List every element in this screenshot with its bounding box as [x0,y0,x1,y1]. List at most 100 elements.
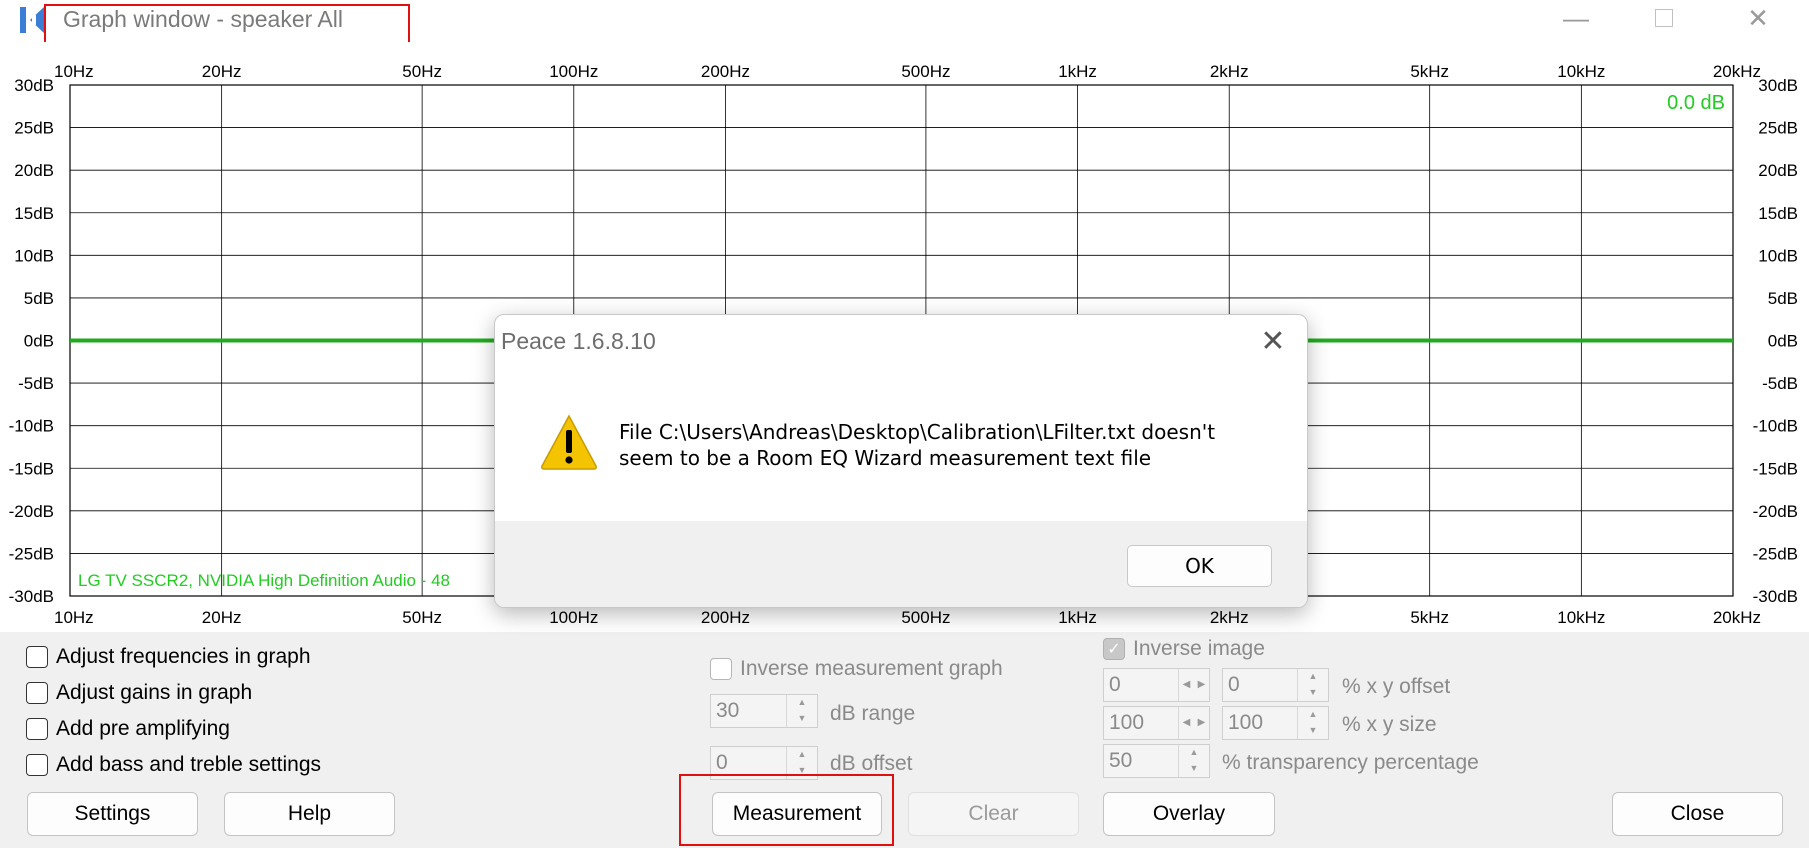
checkbox-label: Add pre amplifying [56,717,230,740]
checkbox-box[interactable]: ✓ [1103,638,1125,660]
dialog-message-line: seem to be a Room EQ Wizard measurement … [619,446,1152,470]
help-button[interactable]: Help [224,792,395,836]
overlay-button[interactable]: Overlay [1103,792,1275,836]
transparency-value[interactable]: 50 [1104,745,1178,777]
freq-tick-label-bottom: 200Hz [701,608,750,627]
add-pre-amplifying-checkbox[interactable]: Add pre amplifying [26,717,230,741]
gain-readout: 0.0 dB [1667,92,1725,114]
measurement-highlight-box [679,774,894,846]
checkbox-label: Inverse image [1133,637,1265,660]
spin-arrows[interactable]: ◀ ▶ [1178,707,1209,739]
freq-tick-label-bottom: 2kHz [1210,608,1249,627]
db-tick-label-right: -15dB [1753,459,1798,478]
checkmark-icon: ✓ [1107,641,1121,658]
freq-tick-label-bottom: 50Hz [402,608,442,627]
inverse-measurement-graph-checkbox[interactable]: Inverse measurement graph [710,657,1003,681]
checkbox-box[interactable] [26,682,48,704]
freq-tick-label-top: 20Hz [202,62,242,81]
title-bar: Graph window - speaker All — ✕ [0,0,1809,47]
x-offset-value[interactable]: 0 [1104,669,1178,701]
transparency-spinner[interactable]: 50 ▲ ▼ [1103,744,1210,778]
checkbox-box[interactable] [710,658,732,680]
x-size-spinner[interactable]: 100 ◀ ▶ [1103,706,1210,740]
db-range-value[interactable]: 30 [711,695,786,727]
db-tick-label-right: -10dB [1753,417,1798,436]
db-offset-label: dB offset [830,752,913,775]
db-tick-label-left: -10dB [9,417,54,436]
minimize-button[interactable]: — [1532,0,1620,36]
arrow-down-icon[interactable]: ▼ [787,711,817,727]
x-size-value[interactable]: 100 [1104,707,1178,739]
device-label: LG TV SSCR2, NVIDIA High Definition Audi… [78,571,450,590]
arrow-down-icon[interactable]: ▼ [1298,685,1328,701]
db-tick-label-left: 5dB [24,289,54,308]
arrow-down-icon[interactable]: ▼ [1179,761,1209,777]
arrow-left-icon[interactable]: ◀ [1179,669,1194,701]
freq-tick-label-bottom: 20Hz [202,608,242,627]
db-tick-label-right: 30dB [1758,76,1798,95]
db-tick-label-left: -5dB [18,374,54,393]
window-close-button[interactable]: ✕ [1714,0,1802,36]
settings-button[interactable]: Settings [27,792,198,836]
db-tick-label-left: 0dB [24,332,54,351]
freq-tick-label-top: 10Hz [54,62,94,81]
adjust-gains-checkbox[interactable]: Adjust gains in graph [26,681,252,705]
x-offset-spinner[interactable]: 0 ◀ ▶ [1103,668,1210,702]
adjust-frequencies-checkbox[interactable]: Adjust frequencies in graph [26,645,311,669]
freq-tick-label-top: 100Hz [549,62,598,81]
db-range-spinner[interactable]: 30 ▲ ▼ [710,694,818,728]
y-size-spinner[interactable]: 100 ▲ ▼ [1222,706,1329,740]
db-tick-label-left: 15dB [14,204,54,223]
arrow-up-icon[interactable]: ▲ [1179,745,1209,761]
db-tick-label-right: -20dB [1753,502,1798,521]
db-tick-label-right: 25dB [1758,119,1798,138]
arrow-up-icon[interactable]: ▲ [787,747,817,763]
db-tick-label-left: -25dB [9,544,54,563]
y-size-value[interactable]: 100 [1223,707,1297,739]
close-icon: ✕ [1260,324,1286,358]
maximize-icon [1655,9,1673,27]
y-offset-value[interactable]: 0 [1223,669,1297,701]
spin-arrows[interactable]: ◀ ▶ [1178,669,1209,701]
warning-icon [541,414,597,470]
freq-tick-label-top: 1kHz [1058,62,1097,81]
checkbox-box[interactable] [26,718,48,740]
db-tick-label-left: 25dB [14,119,54,138]
arrow-up-icon[interactable]: ▲ [1298,707,1328,723]
clear-button[interactable]: Clear [908,792,1079,836]
arrow-down-icon[interactable]: ▼ [1298,723,1328,739]
db-tick-label-right: -5dB [1762,374,1798,393]
checkbox-box[interactable] [26,754,48,776]
arrow-right-icon[interactable]: ▶ [1194,669,1209,701]
spin-arrows[interactable]: ▲ ▼ [786,695,817,727]
dialog-close-button[interactable]: ✕ [1253,321,1293,361]
spin-arrows[interactable]: ▲ ▼ [1297,669,1328,701]
inverse-image-checkbox[interactable]: ✓ Inverse image [1103,637,1265,661]
freq-tick-label-bottom: 100Hz [549,608,598,627]
maximize-button[interactable] [1620,0,1708,36]
freq-tick-label-bottom: 20kHz [1713,608,1761,627]
close-button[interactable]: Close [1612,792,1783,836]
spin-arrows[interactable]: ▲ ▼ [1178,745,1209,777]
arrow-right-icon[interactable]: ▶ [1194,707,1209,739]
arrow-left-icon[interactable]: ◀ [1179,707,1194,739]
error-dialog: Peace 1.6.8.10 ✕ File C:\Users\Andreas\D… [494,314,1308,608]
close-icon: ✕ [1747,2,1769,33]
db-range-label: dB range [830,702,916,725]
ok-button[interactable]: OK [1127,545,1272,587]
db-tick-label-left: -20dB [9,502,54,521]
db-tick-label-right: 5dB [1768,289,1798,308]
db-tick-label-left: -15dB [9,459,54,478]
y-offset-spinner[interactable]: 0 ▲ ▼ [1222,668,1329,702]
db-tick-label-left: 30dB [14,76,54,95]
spin-arrows[interactable]: ▲ ▼ [1297,707,1328,739]
db-tick-label-right: -25dB [1753,544,1798,563]
checkbox-box[interactable] [26,646,48,668]
arrow-up-icon[interactable]: ▲ [1298,669,1328,685]
add-bass-treble-checkbox[interactable]: Add bass and treble settings [26,753,321,777]
checkbox-label: Inverse measurement graph [740,657,1003,680]
freq-tick-label-top: 50Hz [402,62,442,81]
checkbox-label: Adjust frequencies in graph [56,645,311,668]
arrow-up-icon[interactable]: ▲ [787,695,817,711]
db-tick-label-left: 10dB [14,246,54,265]
